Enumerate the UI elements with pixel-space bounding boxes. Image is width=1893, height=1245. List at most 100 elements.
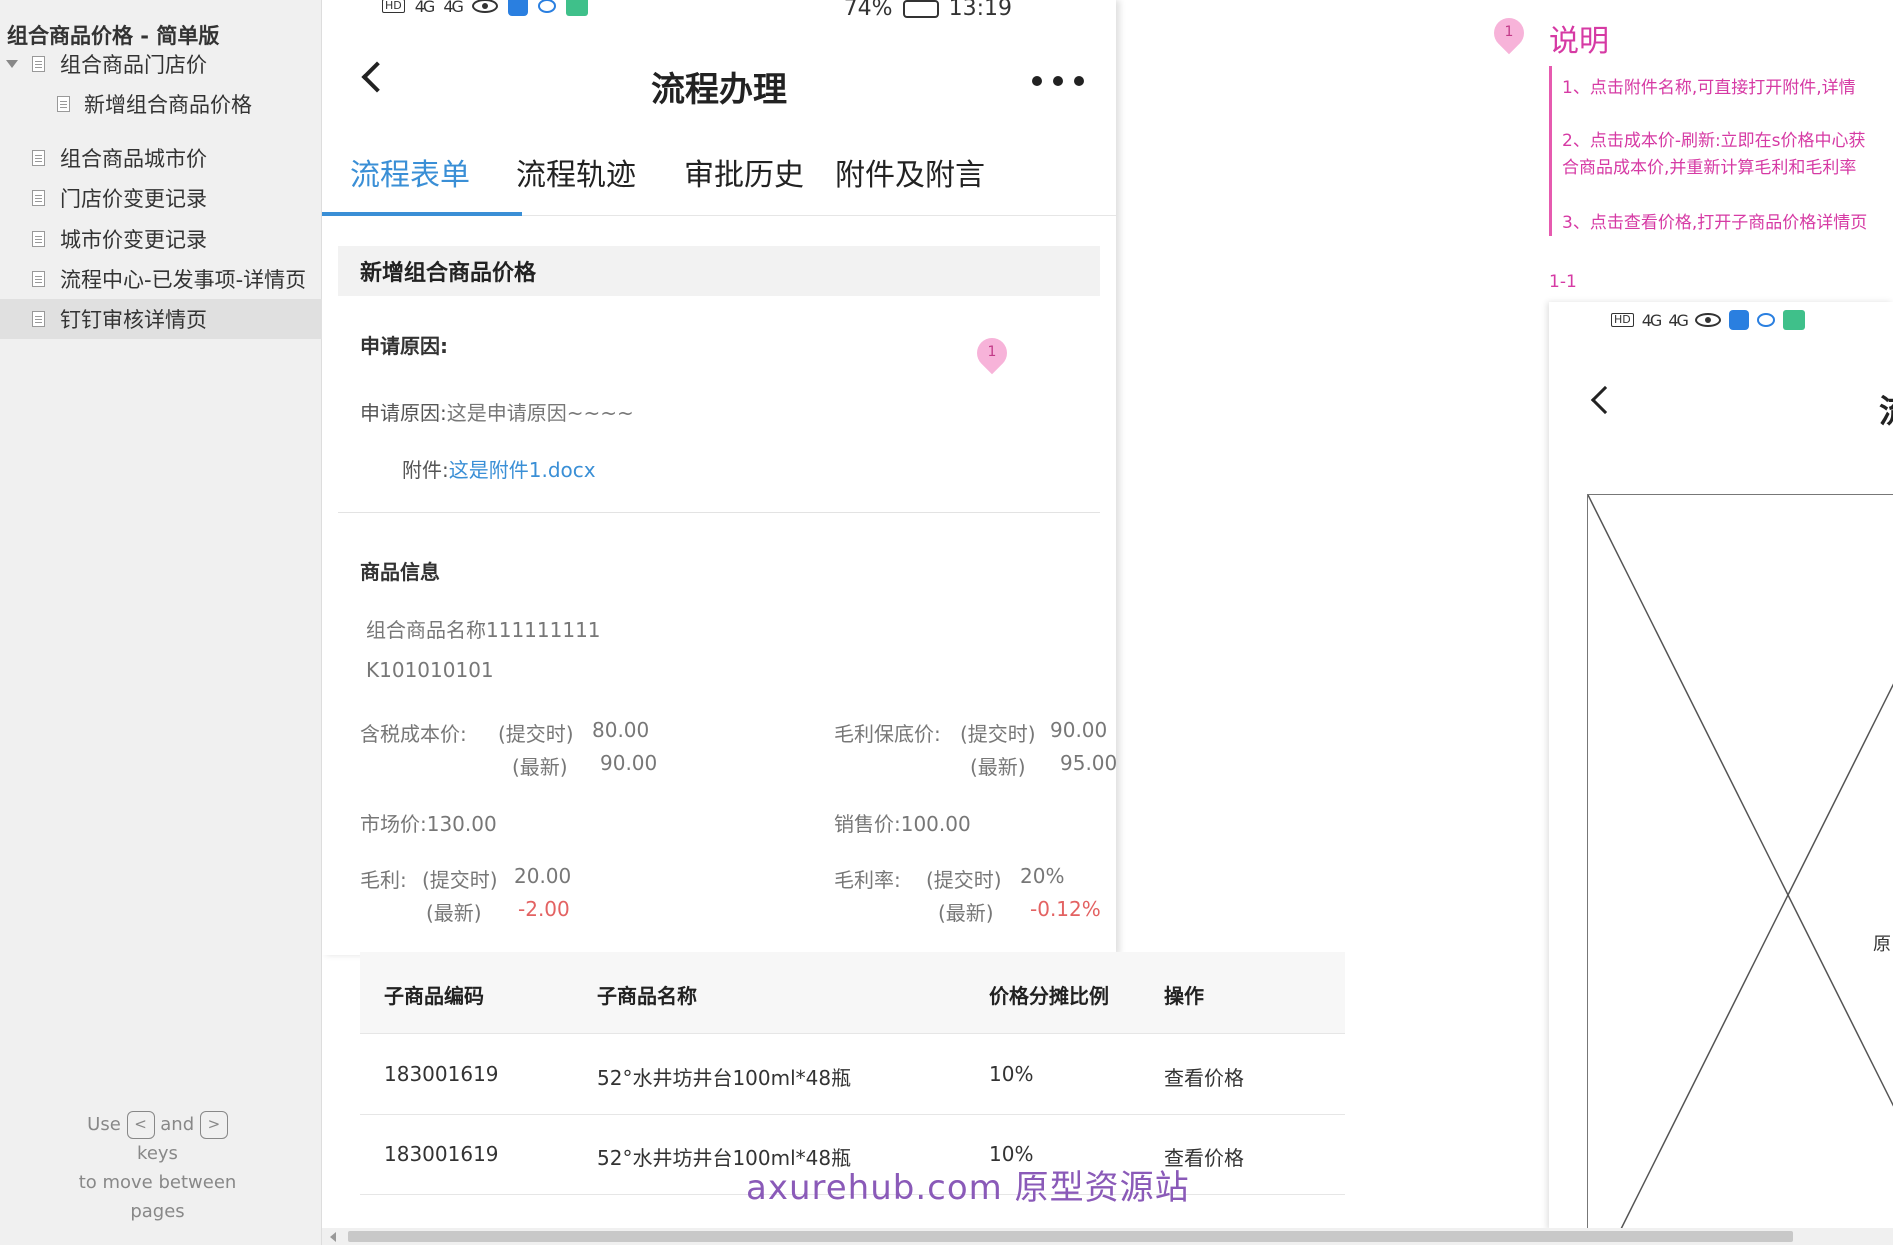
apply-reason-row: 申请原因:这是申请原因~~~~ — [360, 397, 634, 426]
phone-mockup-preview: HD 4G 4G 流 原 — [1549, 302, 1893, 1230]
expand-caret-icon[interactable] — [6, 60, 18, 68]
tree-item-label: 门店价变更记录 — [60, 187, 207, 211]
tab-process-trace[interactable]: 流程轨迹 — [516, 150, 636, 194]
gross-latest-value: -2.00 — [518, 897, 570, 921]
gross-submit-tag: (提交时) — [422, 868, 498, 892]
floor-price-submit-value: 90.00 — [1050, 718, 1108, 742]
floor-price-latest-tag: (最新) — [970, 755, 1026, 779]
tab-process-form[interactable]: 流程表单 — [350, 150, 470, 194]
signal-icon: 4G — [414, 0, 436, 16]
horizontal-scrollbar[interactable] — [322, 1228, 1893, 1245]
status-bar: HD 4G 4G 74% 13:19 — [382, 0, 1082, 22]
gross-label: 毛利: — [360, 868, 407, 892]
cell-ratio: 10% — [989, 1062, 1034, 1086]
view-price-link[interactable]: 查看价格 — [1164, 1062, 1244, 1091]
battery-icon — [902, 0, 939, 18]
annotation-pin-icon[interactable]: 1 — [970, 331, 1014, 375]
tree-item-label: 钉钉审核详情页 — [60, 308, 207, 332]
gross-submit-value: 20.00 — [514, 864, 572, 888]
hd-badge: HD — [382, 0, 405, 13]
tree-item-city-price[interactable]: 组合商品城市价 — [0, 138, 322, 178]
nav-title: 流程办理 — [651, 70, 787, 110]
page-icon — [32, 311, 45, 327]
help-to-move: to move between — [78, 1172, 237, 1193]
next-key-icon: > — [199, 1111, 228, 1139]
page-icon — [32, 271, 45, 287]
cell-code: 183001619 — [384, 1062, 499, 1086]
axure-prototype-viewer: 组合商品价格 - 简单版 组合商品门店价 新增组合商品价格 组合商品城市价 门店… — [0, 0, 1893, 1245]
tree-item-dingtalk-detail[interactable]: 钉钉审核详情页 — [0, 299, 322, 339]
tax-cost-submit-tag: (提交时) — [498, 722, 574, 746]
note-pin-icon[interactable]: 1 — [1487, 11, 1531, 55]
page-icon — [32, 231, 45, 247]
goods-code: K101010101 — [366, 658, 494, 682]
nav-title-fragment: 流 — [1879, 386, 1893, 432]
table-header: 子商品编码 子商品名称 价格分摊比例 操作 — [360, 952, 1345, 1034]
scroll-left-icon[interactable] — [330, 1232, 336, 1242]
attachment-link[interactable]: 这是附件1.docx — [449, 458, 596, 482]
tree-item-city-price-changes[interactable]: 城市价变更记录 — [0, 219, 322, 259]
help-use: Use — [87, 1114, 121, 1135]
placeholder-text-fragment: 原 — [1873, 934, 1891, 955]
page-icon — [57, 96, 70, 112]
tax-cost-latest-tag: (最新) — [512, 755, 568, 779]
watermark: axurehub.com 原型资源站 — [746, 1168, 1190, 1208]
tab-approval-history[interactable]: 审批历史 — [684, 150, 804, 194]
cell-name: 52°水井坊井台100ml*48瓶 — [597, 1066, 852, 1090]
pin-number: 1 — [987, 344, 997, 360]
col-header-code: 子商品编码 — [384, 984, 484, 1008]
page-icon — [32, 56, 45, 72]
placeholder-cross-icon — [1588, 495, 1893, 1230]
signal-icon: 4G — [1668, 310, 1689, 330]
help-keys: keys — [137, 1143, 178, 1164]
apply-reason-value: 这是申请原因~~~~ — [446, 401, 634, 425]
apply-reason-heading: 申请原因: — [360, 334, 448, 358]
help-and: and — [160, 1114, 195, 1135]
tax-cost-submit-value: 80.00 — [592, 718, 650, 742]
tax-cost-latest-value: 90.00 — [600, 751, 658, 775]
section-title: 新增组合商品价格 — [338, 246, 1100, 296]
col-header-ratio: 价格分摊比例 — [989, 984, 1109, 1008]
tree-item-store-price[interactable]: 组合商品门店价 — [0, 44, 322, 84]
help-pages: pages — [130, 1201, 185, 1222]
tab-bar: 流程表单 流程轨迹 审批历史 附件及附言 — [322, 130, 1116, 216]
floor-price-label: 毛利保底价: — [834, 722, 941, 746]
cell-code: 183001619 — [384, 1142, 499, 1166]
page-icon — [32, 150, 45, 166]
eye-icon — [1694, 313, 1721, 327]
eye-icon — [471, 0, 498, 13]
tree-item-process-detail[interactable]: 流程中心-已发事项-详情页 — [0, 259, 322, 299]
note-line-2b: 合商品成本价,并重新计算毛利和毛利率 — [1562, 158, 1857, 178]
active-tab-indicator — [322, 212, 522, 216]
goods-heading: 商品信息 — [360, 560, 440, 584]
nav-bar: 流程办理 — [322, 48, 1116, 118]
keyboard-help: Use < and > keys to move between pages — [70, 1110, 245, 1226]
col-header-action: 操作 — [1164, 984, 1204, 1008]
tab-attachments[interactable]: 附件及附言 — [835, 150, 985, 194]
more-icon[interactable] — [1032, 76, 1084, 86]
note-pin-number: 1 — [1504, 24, 1514, 40]
gross-rate-submit-value: 20% — [1020, 864, 1065, 888]
floor-price-submit-tag: (提交时) — [960, 722, 1036, 746]
battery-percent: 74% — [843, 0, 893, 21]
tree-item-store-price-changes[interactable]: 门店价变更记录 — [0, 178, 322, 218]
note-line-1: 1、点击附件名称,可直接打开附件,详情 — [1562, 78, 1856, 98]
app-icon — [1782, 310, 1805, 330]
scrollbar-thumb[interactable] — [348, 1231, 1793, 1242]
note-line-3: 3、点击查看价格,打开子商品价格详情页 — [1562, 213, 1868, 233]
table-row: 183001619 52°水井坊井台100ml*48瓶 10% 查看价格 — [360, 1035, 1345, 1115]
back-icon[interactable] — [1590, 385, 1620, 415]
tree-item-label: 流程中心-已发事项-详情页 — [60, 268, 307, 292]
prototype-canvas: HD 4G 4G 74% 13:19 流程办理 流程表单 流程轨迹 审批历史 附… — [322, 0, 1893, 1245]
col-header-name: 子商品名称 — [597, 984, 697, 1008]
hd-badge: HD — [1611, 313, 1634, 327]
tree-item-add-combo-price[interactable]: 新增组合商品价格 — [0, 84, 322, 124]
sitemap-sidebar: 组合商品价格 - 简单版 组合商品门店价 新增组合商品价格 组合商品城市价 门店… — [0, 0, 322, 1245]
market-price: 市场价:130.00 — [360, 812, 497, 836]
prev-key-icon: < — [126, 1111, 155, 1139]
note-line-2a: 2、点击成本价-刷新:立即在s价格中心获 — [1562, 131, 1866, 151]
app-icon — [565, 0, 588, 16]
gross-rate-label: 毛利率: — [834, 868, 901, 892]
tree-item-label: 组合商品门店价 — [60, 53, 207, 77]
attachment-label: 附件: — [402, 458, 449, 482]
